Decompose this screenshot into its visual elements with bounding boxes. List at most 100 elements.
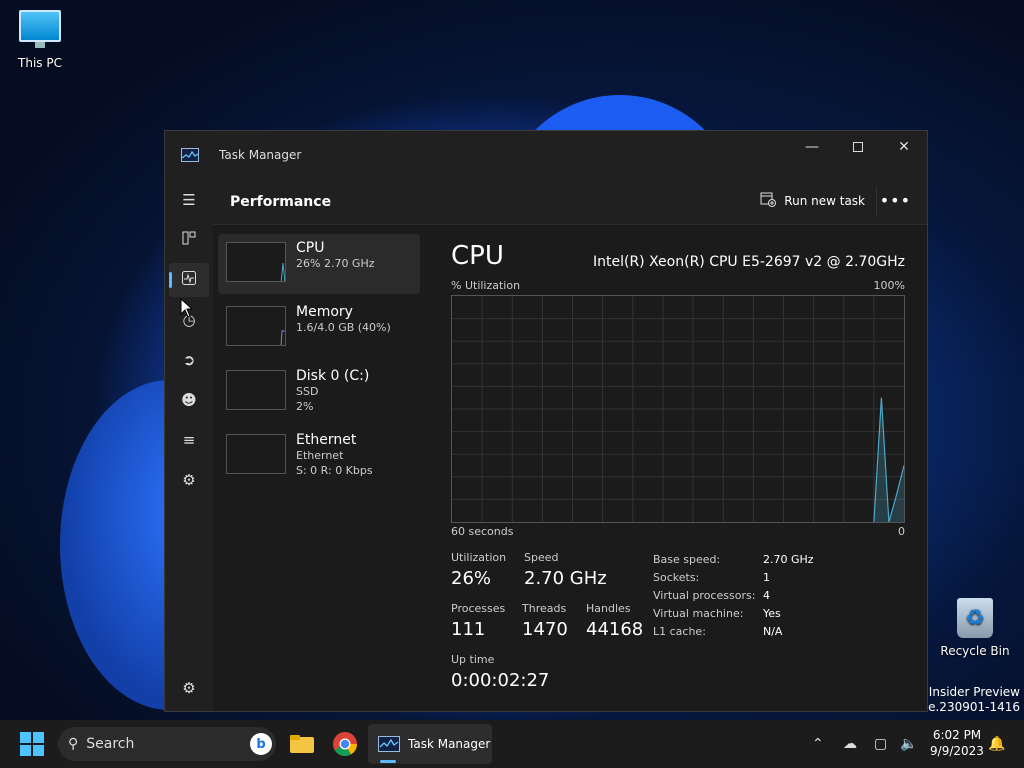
resource-item-disk[interactable]: Disk 0 (C:) SSD 2% <box>218 362 420 422</box>
settings-gear-icon: ⚙ <box>182 679 196 697</box>
stat-handles: Handles 44168 <box>586 602 644 640</box>
run-task-icon <box>760 191 777 210</box>
desktop-icon-recycle-bin[interactable]: ♻ Recycle Bin <box>935 598 1015 658</box>
prop-row: Base speed: 2.70 GHz <box>653 553 814 566</box>
resource-sub: Ethernet <box>296 449 344 462</box>
users-icon: ☻ <box>181 391 197 409</box>
nav-rail: ☰ ◷ ➲ ☻ ≡ ⚙ ⚙ <box>165 179 213 711</box>
task-manager-window: Task Manager — ✕ ☰ ◷ ➲ ☻ ≡ ⚙ ⚙ Performan… <box>164 130 928 712</box>
task-manager-app-icon <box>181 148 199 162</box>
clock-date: 9/9/2023 <box>930 744 984 758</box>
mouse-cursor-icon <box>180 298 192 318</box>
onedrive-status[interactable]: ☁ <box>843 720 857 768</box>
resource-name: Disk 0 (C:) <box>296 368 370 384</box>
nav-services[interactable]: ⚙ <box>169 463 209 497</box>
bing-icon[interactable]: b <box>250 733 272 755</box>
disk-mini-graph <box>226 370 286 410</box>
resource-sub: 1.6/4.0 GB (40%) <box>296 321 391 334</box>
cpu-utilization-chart <box>451 295 905 523</box>
nav-startup-apps[interactable]: ➲ <box>169 343 209 377</box>
taskbar-task-manager[interactable]: Task Manager <box>368 724 492 764</box>
taskbar-search-box[interactable]: ⚲ Search b <box>58 727 276 761</box>
prop-row: Virtual machine: Yes <box>653 607 781 620</box>
minimize-icon: — <box>805 139 819 155</box>
chart-y-label: % Utilization <box>451 279 521 292</box>
ethernet-mini-graph <box>226 434 286 474</box>
file-explorer-button[interactable] <box>288 730 316 758</box>
stat-processes: Processes 111 <box>451 602 506 640</box>
prop-row: L1 cache: N/A <box>653 625 783 638</box>
processes-icon <box>182 231 196 249</box>
volume-status[interactable]: 🔈 <box>900 720 917 768</box>
chart-x-end-label: 0 <box>898 525 905 538</box>
close-button[interactable]: ✕ <box>881 131 927 163</box>
nav-processes[interactable] <box>169 223 209 257</box>
chevron-up-icon: ⌃ <box>812 736 824 752</box>
more-options-button[interactable]: ••• <box>880 191 911 210</box>
notifications-button[interactable]: 🔔 <box>988 720 1005 768</box>
hamburger-menu-button[interactable]: ☰ <box>169 183 209 217</box>
nav-users[interactable]: ☻ <box>169 383 209 417</box>
stat-utilization: Utilization 26% <box>451 551 507 589</box>
maximize-button[interactable] <box>835 131 881 163</box>
resource-item-cpu[interactable]: CPU 26% 2.70 GHz <box>218 234 420 294</box>
memory-mini-graph <box>226 306 286 346</box>
resource-item-memory[interactable]: Memory 1.6/4.0 GB (40%) <box>218 298 420 358</box>
bell-icon: 🔔 <box>988 736 1006 752</box>
startup-gauge-icon: ➲ <box>182 351 196 369</box>
details-list-icon: ≡ <box>182 431 196 449</box>
minimize-button[interactable]: — <box>789 131 835 163</box>
detail-title: CPU <box>451 241 504 271</box>
nav-performance[interactable] <box>169 263 209 297</box>
title-bar[interactable]: Task Manager — ✕ <box>165 131 927 179</box>
network-icon: ▢ <box>874 736 888 752</box>
resource-name: Memory <box>296 304 353 320</box>
clock-time: 6:02 PM <box>932 728 982 742</box>
resource-item-ethernet[interactable]: Ethernet Ethernet S: 0 R: 0 Kbps <box>218 426 420 486</box>
hamburger-icon: ☰ <box>182 191 196 209</box>
services-puzzle-icon: ⚙ <box>182 471 196 489</box>
folder-icon <box>290 735 314 753</box>
close-icon: ✕ <box>898 139 910 155</box>
page-header: Performance Run new task ••• <box>213 179 927 225</box>
resource-sub: S: 0 R: 0 Kbps <box>296 464 373 477</box>
chart-x-start-label: 60 seconds <box>451 525 514 538</box>
show-hidden-icons[interactable]: ⌃ <box>812 720 824 768</box>
chrome-button[interactable] <box>331 730 359 758</box>
prop-row: Virtual processors: 4 <box>653 589 770 602</box>
cpu-mini-graph <box>226 242 286 282</box>
taskbar-clock[interactable]: 6:02 PM 9/9/2023 <box>928 727 986 759</box>
stat-threads: Threads 1470 <box>522 602 568 640</box>
recycle-bin-label: Recycle Bin <box>940 644 1010 658</box>
window-title: Task Manager <box>219 148 302 162</box>
resource-sub: 2% <box>296 400 314 413</box>
this-pc-icon <box>19 10 61 48</box>
performance-icon <box>182 271 196 289</box>
cloud-off-icon: ☁ <box>843 736 857 752</box>
network-status[interactable]: ▢ <box>874 720 887 768</box>
search-placeholder: Search <box>86 736 135 752</box>
chrome-icon <box>333 732 357 757</box>
resource-name: CPU <box>296 240 325 256</box>
task-manager-icon <box>378 736 400 752</box>
cpu-properties: Base speed: 2.70 GHz Sockets: 1 Virtual pr… <box>653 551 814 641</box>
search-icon: ⚲ <box>68 736 79 752</box>
nav-settings[interactable]: ⚙ <box>169 671 209 705</box>
cpu-model: Intel(R) Xeon(R) CPU E5-2697 v2 @ 2.70GH… <box>593 254 905 270</box>
task-manager-label: Task Manager <box>408 737 491 751</box>
this-pc-label: This PC <box>18 56 62 70</box>
start-button[interactable] <box>20 732 44 756</box>
volume-muted-icon: 🔈 <box>900 736 918 752</box>
nav-details[interactable]: ≡ <box>169 423 209 457</box>
desktop-icon-this-pc[interactable]: This PC <box>0 10 80 70</box>
resource-list: CPU 26% 2.70 GHz Memory 1.6/4.0 GB (40%)… <box>218 234 420 490</box>
resource-sub: 26% 2.70 GHz <box>296 257 375 270</box>
stat-speed: Speed 2.70 GHz <box>524 551 607 589</box>
page-title: Performance <box>230 193 332 210</box>
taskbar: ⚲ Search b Task Manager ⌃ ☁ ▢ 🔈 6:02 PM … <box>0 720 1024 768</box>
prop-row: Sockets: 1 <box>653 571 770 584</box>
recycle-bin-icon: ♻ <box>957 598 993 638</box>
run-new-task-label: Run new task <box>784 193 865 208</box>
stat-uptime: Up time 0:00:02:27 <box>451 653 550 691</box>
run-new-task-button[interactable]: Run new task <box>760 191 865 210</box>
